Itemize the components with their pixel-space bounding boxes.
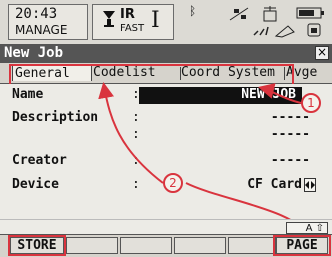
clock-time: 20:43 [15,6,58,22]
description-label: Description [12,110,99,125]
store-highlight-frame [8,235,66,256]
current-mode: MANAGE [15,23,68,37]
colon: : [132,127,140,142]
colon: : [132,110,140,125]
battery-icon [296,7,324,19]
status-icons [222,4,330,40]
callout-2: 2 [163,173,183,193]
dialog-title-bar: New Job × [0,44,332,63]
function-key-f3[interactable] [120,237,172,254]
function-key-f2[interactable] [66,237,118,254]
edm-speed: FAST [120,23,145,34]
input-mode-indicator: A ⇧ [286,222,328,234]
creator-field[interactable]: ----- [271,153,310,168]
device-value[interactable]: CF Card [247,177,302,192]
close-button[interactable]: × [315,46,329,60]
name-label: Name [12,87,44,102]
indicator-row: A ⇧ [0,219,332,235]
colon: : [132,153,140,168]
callout-1: 1 [301,93,321,113]
dialog-title: New Job [4,45,64,61]
function-key-f4[interactable] [174,237,226,254]
name-field[interactable]: NEW JOB [139,87,302,104]
name-value: NEW JOB [241,87,296,102]
colon: : [132,177,140,192]
creator-label: Creator [12,153,67,168]
signal-icon [253,26,269,36]
device-label: Device [12,177,59,192]
tabs-highlight-frame [9,64,294,86]
instrument-icon [263,6,277,22]
function-key-f5[interactable] [228,237,276,254]
satellite-icon [229,7,249,21]
edm-mode: IR [120,7,135,22]
cursor-indicator: I [151,8,160,33]
device-selector-arrows-icon[interactable] [304,178,316,192]
clip-icon [274,25,295,38]
description-field-2[interactable]: ----- [271,127,310,142]
description-field-1[interactable]: ----- [271,110,310,125]
bluetooth-icon: ᛒ [189,4,197,18]
memory-card-icon [307,23,321,37]
time-mode-panel: 20:43 MANAGE [8,4,88,40]
prism-icon [103,11,115,27]
form-area: Name : NEW JOB Description : ----- : ---… [0,84,332,236]
status-bar: 20:43 MANAGE IR FAST I ᛒ [0,0,332,45]
device-screen: 20:43 MANAGE IR FAST I ᛒ New Job × Gener… [0,0,332,257]
page-highlight-frame [273,235,331,256]
edm-panel[interactable]: IR FAST I [92,4,174,40]
